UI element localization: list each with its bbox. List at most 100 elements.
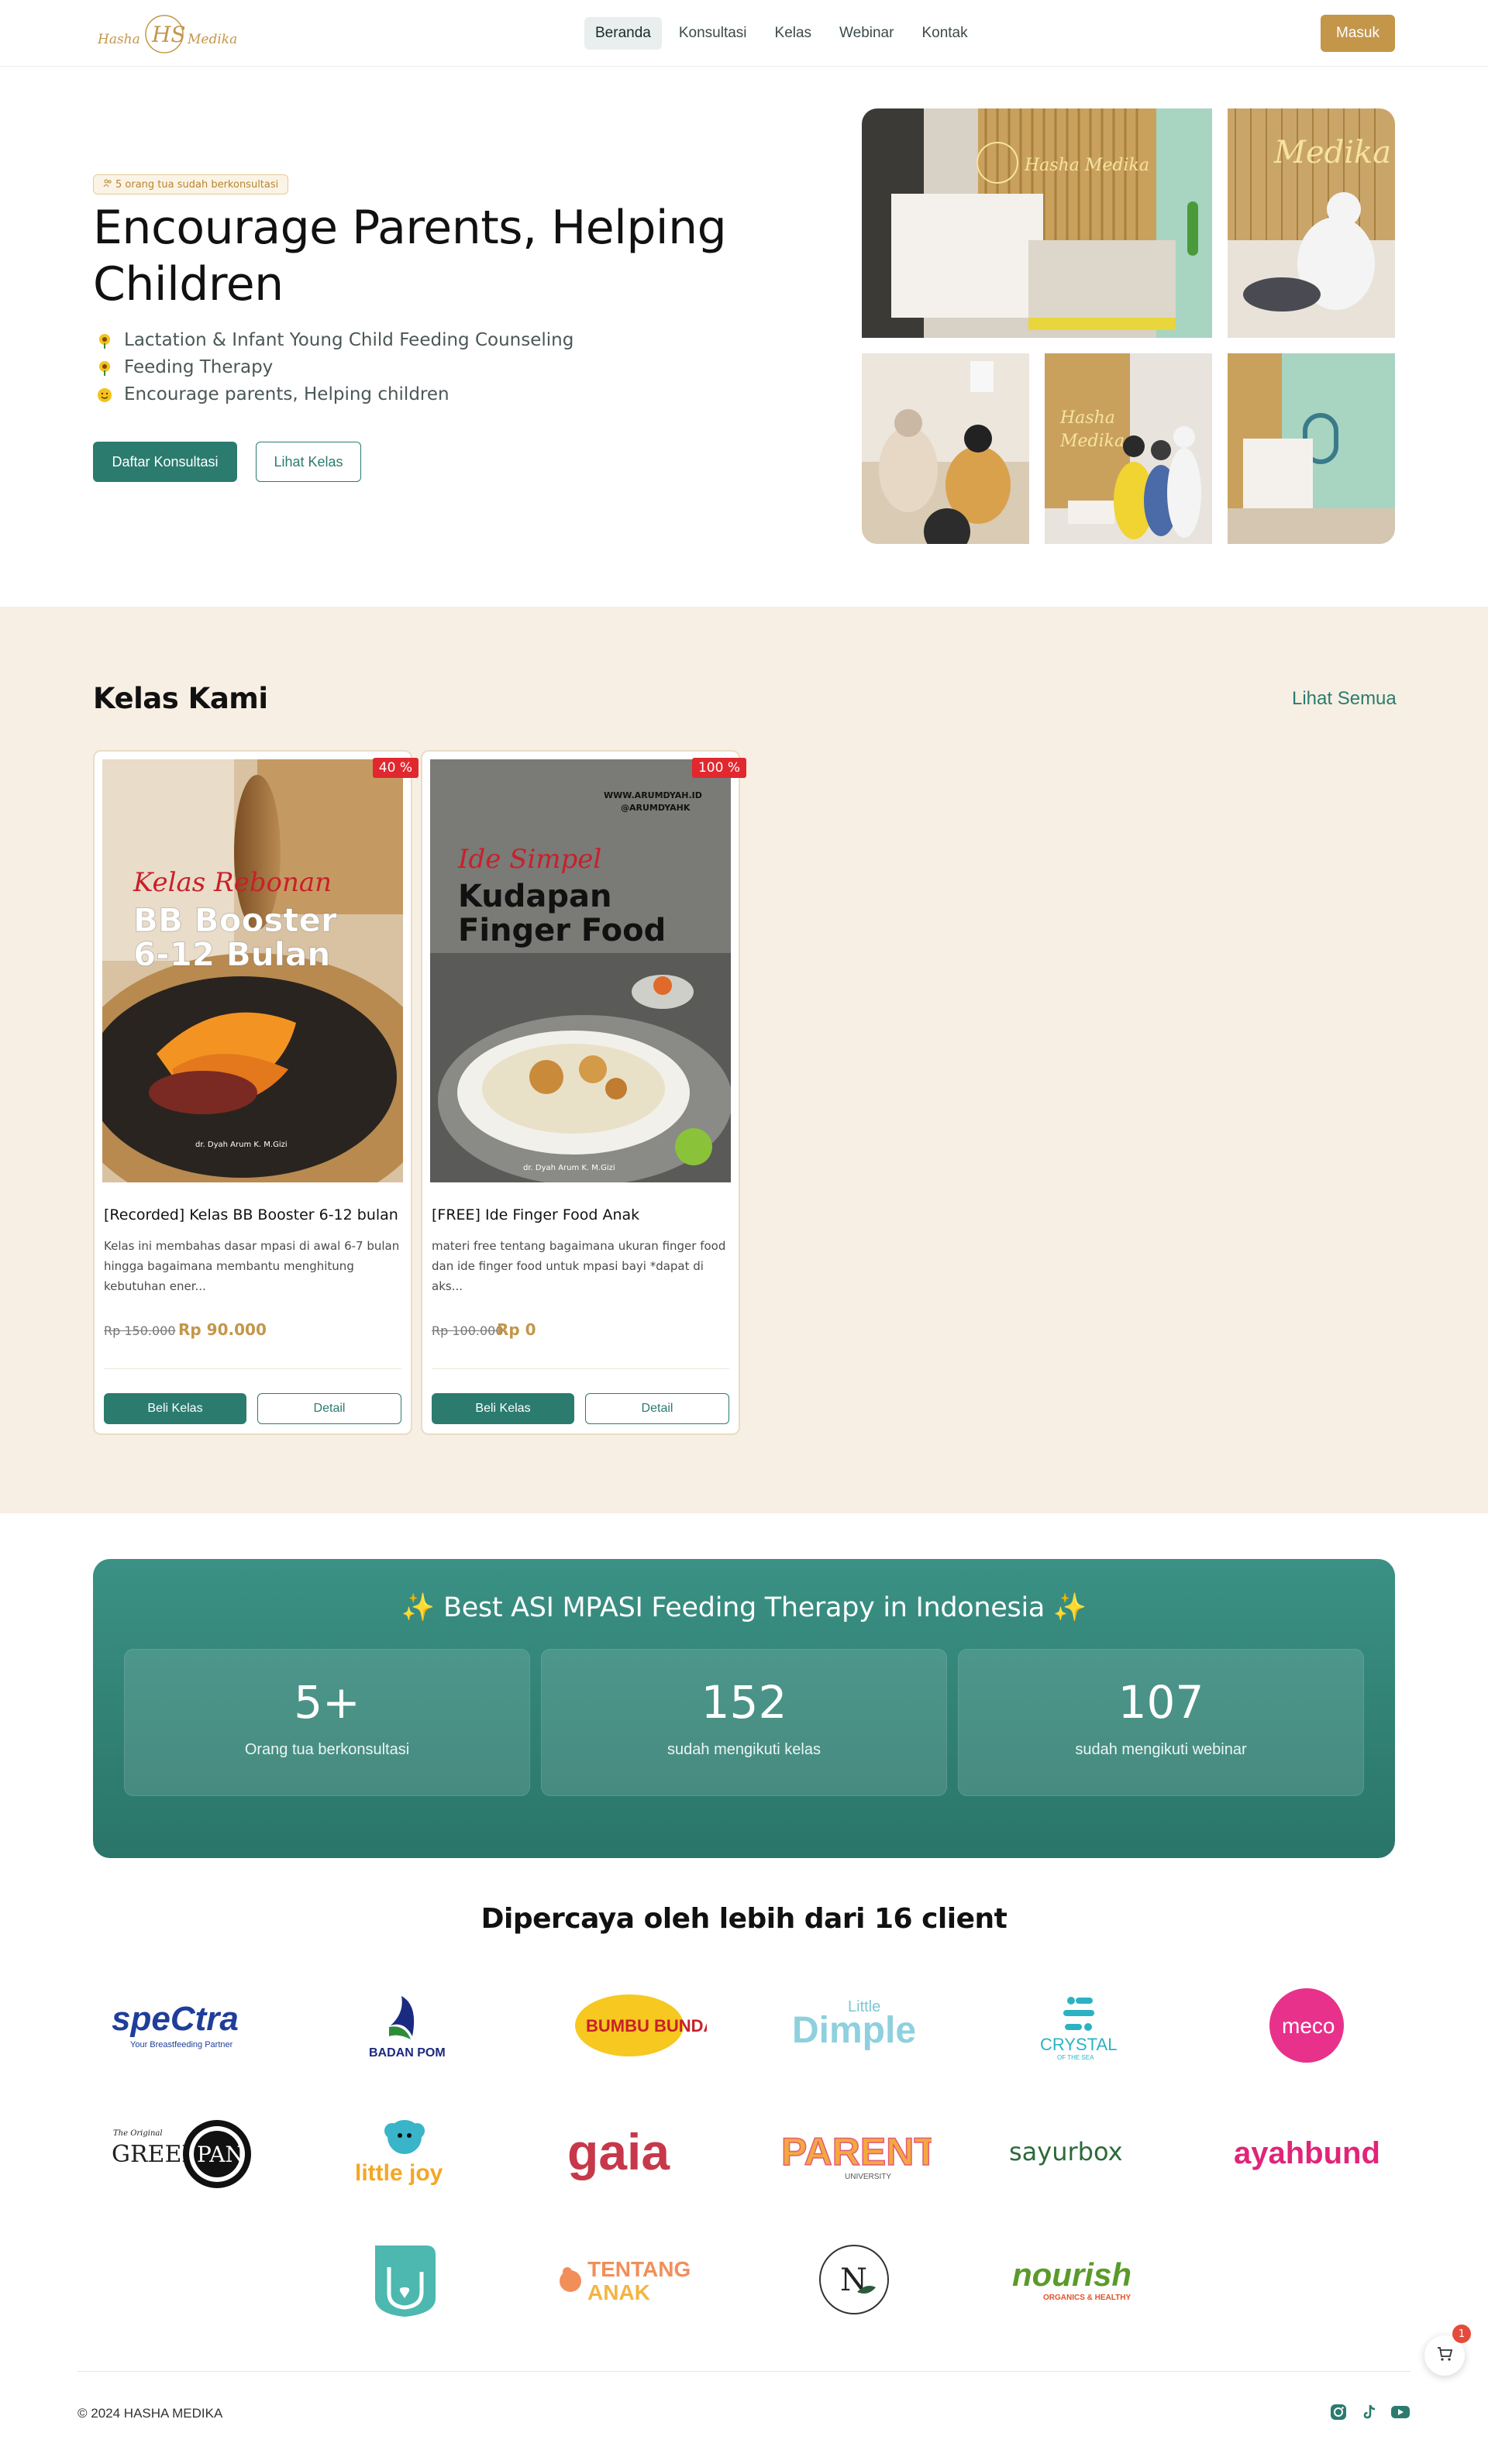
nav-links: Beranda Konsultasi Kelas Webinar Kontak	[584, 17, 979, 50]
register-consultation-button[interactable]: Daftar Konsultasi	[93, 442, 237, 482]
hero-bullet-text: Feeding Therapy	[124, 357, 274, 377]
cart-icon	[1436, 2345, 1453, 2366]
sayurbox-logo: sayurbox	[1001, 2109, 1156, 2194]
clients-title: Dipercaya oleh lebih dari 16 client	[480, 1903, 1008, 1935]
svg-text:Hasha Medika: Hasha Medika	[1024, 156, 1149, 175]
parent-university-logo: PARENT UNIVERSITY	[777, 2109, 932, 2194]
stat-card: 5+ Orang tua berkonsultasi	[124, 1649, 530, 1796]
smiley-icon	[95, 387, 115, 404]
nav-link-beranda[interactable]: Beranda	[584, 17, 662, 50]
class-card-image: WWW.ARUMDYAH.ID @ARUMDYAHK Ide Simpel Ku…	[430, 759, 731, 1182]
meco-logo: meco	[1226, 1982, 1381, 2067]
nav-link-webinar[interactable]: Webinar	[828, 17, 904, 50]
stats-title: ✨ Best ASI MPASI Feeding Therapy in Indo…	[401, 1592, 1087, 1623]
svg-text:OF THE SEA: OF THE SEA	[1057, 2054, 1094, 2061]
class-card[interactable]: Kelas Rebonan BB Booster 6-12 Bulan dr. …	[93, 750, 418, 1435]
svg-text:ANAK: ANAK	[587, 2280, 650, 2304]
stat-value: 152	[701, 1676, 787, 1729]
clinic-interior-photo	[1228, 353, 1395, 544]
svg-text:Ide Simpel: Ide Simpel	[457, 844, 601, 875]
hasha-medika-logo[interactable]: Hasha HS Medika	[96, 9, 240, 59]
svg-text:6-12 Bulan: 6-12 Bulan	[133, 935, 330, 973]
hero-bullet-text: Encourage parents, Helping children	[124, 384, 450, 404]
gaia-logo: gaia	[552, 2109, 707, 2194]
nav-link-kelas[interactable]: Kelas	[764, 17, 823, 50]
svg-text:BUMBU BUNDA: BUMBU BUNDA	[586, 2016, 707, 2036]
svg-text:Medika: Medika	[1059, 432, 1125, 451]
svg-text:ORGANICS & HEALTHY: ORGANICS & HEALTHY	[1043, 2294, 1131, 2302]
footer-divider	[78, 2371, 1410, 2372]
class-card-description: materi free tentang bagaimana ukuran fin…	[432, 1239, 726, 1293]
hand-logo	[327, 2236, 482, 2321]
svg-text:UNIVERSITY: UNIVERSITY	[845, 2173, 891, 2181]
navbar: Hasha HS Medika Beranda Konsultasi Kelas…	[0, 0, 1488, 67]
svg-text:BADAN POM: BADAN POM	[369, 2046, 446, 2060]
class-card-title[interactable]: [Recorded] Kelas BB Booster 6-12 bulan	[104, 1206, 398, 1223]
stat-label: sudah mengikuti kelas	[667, 1741, 821, 1758]
login-button[interactable]: Masuk	[1321, 15, 1395, 52]
stats-banner: ✨ Best ASI MPASI Feeding Therapy in Indo…	[93, 1559, 1395, 1858]
hero-title: Encourage Parents, Helping Children	[93, 201, 727, 311]
svg-text:speCtra: speCtra	[112, 2000, 239, 2038]
badan-pom-logo: BADAN POM	[327, 1982, 482, 2067]
svg-text:PARENT: PARENT	[781, 2130, 932, 2173]
svg-text:ayahbunda: ayahbunda	[1234, 2136, 1381, 2170]
sunflower-icon	[95, 360, 115, 377]
card-divider	[104, 1368, 401, 1369]
svg-text:sayurbox: sayurbox	[1009, 2137, 1123, 2166]
class-card-title[interactable]: [FREE] Ide Finger Food Anak	[432, 1206, 639, 1223]
svg-text:Medika: Medika	[1273, 135, 1391, 170]
social-links	[1328, 2402, 1410, 2422]
stat-card: 152 sudah mengikuti kelas	[541, 1649, 947, 1796]
class-card-price: Rp 0	[497, 1320, 536, 1339]
stat-value: 5+	[294, 1676, 360, 1729]
clinic-reception-photo: Hasha Medika	[862, 108, 1212, 338]
nav-link-konsultasi[interactable]: Konsultasi	[668, 17, 758, 50]
discount-badge: 100 %	[691, 758, 746, 778]
svg-text:@ARUMDYAHK: @ARUMDYAHK	[621, 803, 691, 813]
class-card-description: Kelas ini membahas dasar mpasi di awal 6…	[104, 1239, 400, 1293]
nav-link-kontak[interactable]: Kontak	[911, 17, 978, 50]
class-card[interactable]: WWW.ARUMDYAH.ID @ARUMDYAHK Ide Simpel Ku…	[421, 750, 746, 1435]
class-card-image: Kelas Rebonan BB Booster 6-12 Bulan dr. …	[102, 759, 403, 1182]
tiktok-icon[interactable]	[1359, 2402, 1380, 2422]
svg-text:Hasha: Hasha	[97, 32, 140, 47]
svg-text:gaia: gaia	[567, 2123, 670, 2180]
view-classes-button[interactable]: Lihat Kelas	[256, 442, 361, 482]
svg-text:The Original: The Original	[113, 2129, 163, 2138]
see-all-classes-link[interactable]: Lihat Semua	[1292, 688, 1397, 710]
hero-bullet-text: Lactation & Infant Young Child Feeding C…	[124, 330, 574, 350]
consultation-count-badge: 5 orang tua sudah berkonsultasi	[93, 174, 289, 194]
little-joy-logo: little joy	[327, 2109, 482, 2194]
copyright-text: © 2024 HASHA MEDIKA	[78, 2406, 223, 2421]
crystal-of-the-sea-logo: CRYSTAL OF THE SEA	[1001, 1982, 1156, 2067]
hero-bullet: Encourage parents, Helping children	[95, 381, 574, 408]
svg-text:Hasha: Hasha	[1059, 408, 1115, 428]
svg-text:CRYSTAL: CRYSTAL	[1040, 2035, 1117, 2054]
greenpan-logo: The Original GREEN PAN	[102, 2109, 257, 2194]
svg-text:little joy: little joy	[355, 2160, 443, 2186]
spectra-logo: speCtra Your Breastfeeding Partner	[102, 1982, 257, 2067]
buy-class-button[interactable]: Beli Kelas	[432, 1393, 574, 1424]
svg-text:Kudapan: Kudapan	[458, 879, 612, 914]
class-card-price: Rp 90.000	[178, 1320, 267, 1339]
svg-text:Dimple: Dimple	[792, 2010, 916, 2051]
svg-text:dr. Dyah Arum K. M.Gizi: dr. Dyah Arum K. M.Gizi	[523, 1164, 615, 1172]
svg-text:HS: HS	[151, 22, 186, 47]
svg-text:meco: meco	[1282, 2014, 1335, 2038]
svg-text:Medika: Medika	[187, 32, 237, 47]
svg-text:PAN: PAN	[197, 2142, 244, 2167]
consultation-room-photo	[862, 353, 1029, 544]
sunflower-icon	[95, 332, 115, 349]
buy-class-button[interactable]: Beli Kelas	[104, 1393, 246, 1424]
stat-label: sudah mengikuti webinar	[1075, 1741, 1247, 1758]
instagram-icon[interactable]	[1328, 2402, 1348, 2422]
ayahbunda-logo: ayahbunda	[1226, 2109, 1381, 2194]
family-group-photo: Hasha Medika	[1045, 353, 1212, 544]
class-detail-button[interactable]: Detail	[585, 1393, 729, 1424]
svg-text:Finger Food: Finger Food	[458, 913, 666, 948]
bumbu-bunda-logo: BUMBU BUNDA	[552, 1982, 707, 2067]
class-detail-button[interactable]: Detail	[257, 1393, 401, 1424]
youtube-icon[interactable]	[1390, 2402, 1410, 2422]
n-circle-logo: N	[777, 2236, 932, 2321]
